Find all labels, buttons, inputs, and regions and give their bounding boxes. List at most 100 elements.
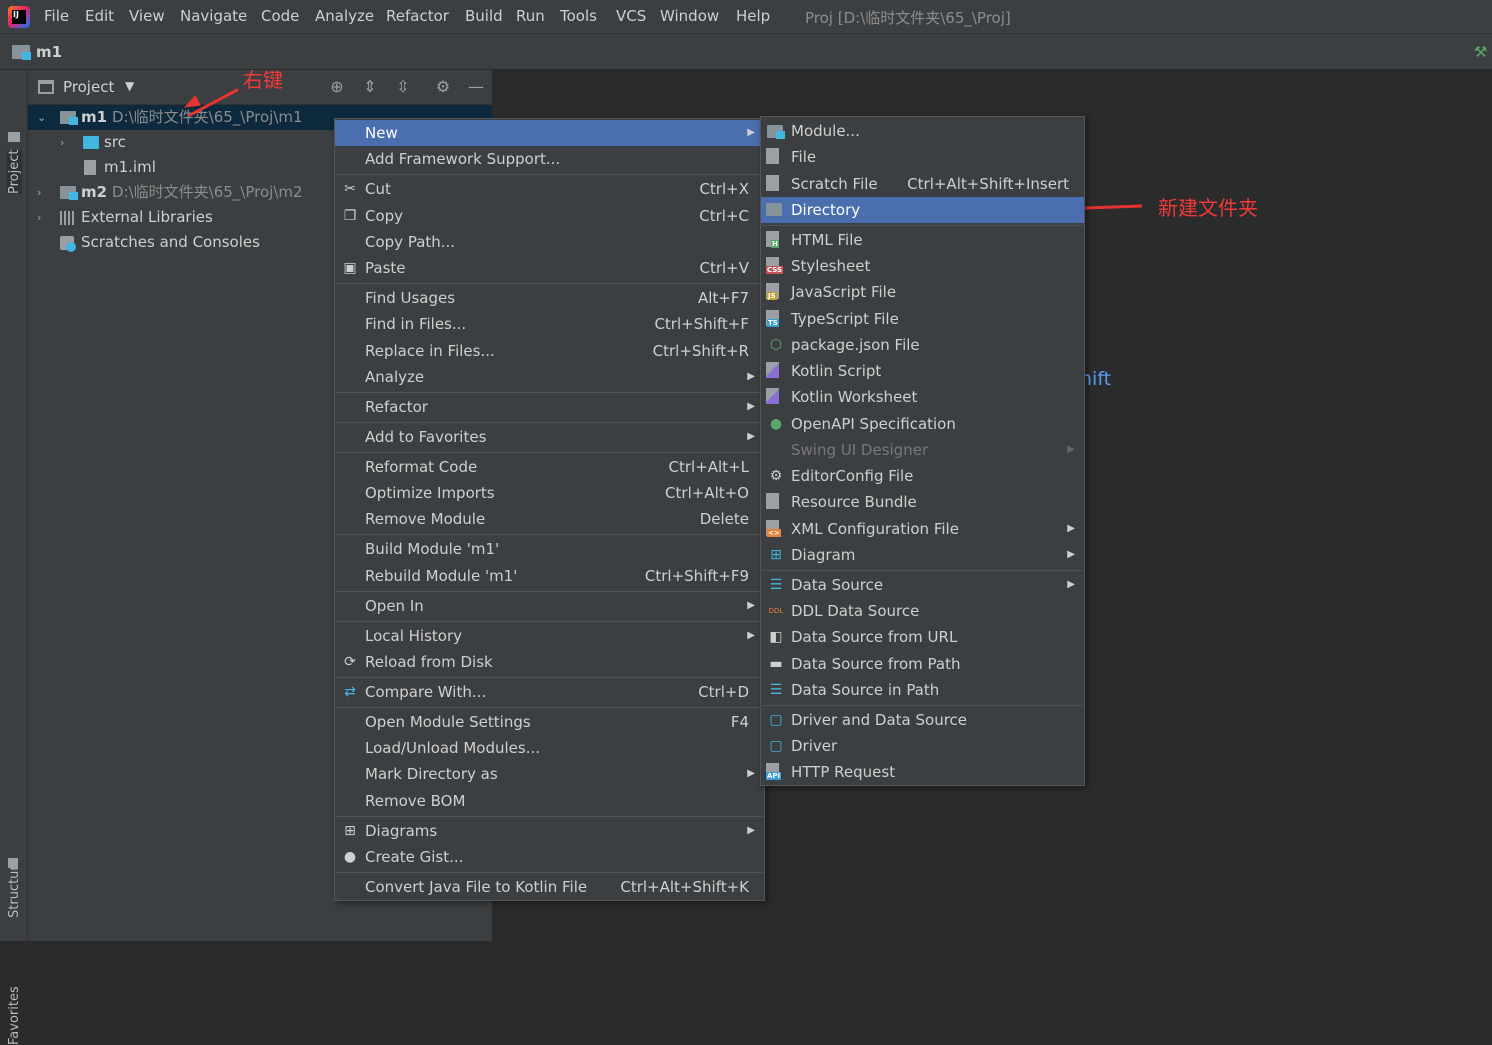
menu-label: Create Gist... xyxy=(365,848,464,866)
new-item-diagram[interactable]: ⊞ Diagram ▶ xyxy=(761,542,1084,568)
new-item-file[interactable]: File xyxy=(761,144,1084,170)
tool-tab-favorites[interactable]: Favorites xyxy=(7,986,22,1045)
menu-label: Directory xyxy=(791,201,861,219)
chevron-right-icon[interactable]: › xyxy=(37,180,49,205)
new-item-http-request[interactable]: API HTTP Request xyxy=(761,759,1084,785)
ctx-item-find-in-files[interactable]: Find in Files... Ctrl+Shift+F xyxy=(335,311,764,337)
compare-icon: ⇄ xyxy=(344,684,356,700)
gear-icon[interactable]: ⚙ xyxy=(434,78,452,96)
ctx-item-paste[interactable]: ▣ Paste Ctrl+V xyxy=(335,255,764,281)
menu-separator xyxy=(336,621,763,622)
ctx-item-diagrams[interactable]: ⊞ Diagrams ▶ xyxy=(335,818,764,844)
driver-icon: ▢ xyxy=(769,738,783,754)
ctx-item-new[interactable]: New ▶ xyxy=(335,120,764,146)
new-item-stylesheet[interactable]: CSS Stylesheet xyxy=(761,253,1084,279)
intellij-logo-icon[interactable]: IJ xyxy=(8,6,30,28)
chevron-down-icon[interactable]: ▼ xyxy=(125,79,134,93)
minimize-icon[interactable]: — xyxy=(467,78,485,96)
tool-tab-project[interactable]: Project xyxy=(7,149,22,194)
ctx-item-build-module[interactable]: Build Module 'm1' xyxy=(335,536,764,562)
ctx-item-load-unload-modules[interactable]: Load/Unload Modules... xyxy=(335,735,764,761)
new-item-ddl-data-source[interactable]: DDL DDL Data Source xyxy=(761,598,1084,624)
menu-edit[interactable]: Edit xyxy=(85,7,114,25)
new-item-data-source-in-path[interactable]: ☰ Data Source in Path xyxy=(761,677,1084,703)
ctx-item-replace-in-files[interactable]: Replace in Files... Ctrl+Shift+R xyxy=(335,338,764,364)
new-item-directory[interactable]: Directory xyxy=(761,197,1084,223)
menu-separator xyxy=(336,677,763,678)
nodejs-icon: ⬡ xyxy=(769,337,783,353)
breadcrumb-m1[interactable]: m1 xyxy=(36,43,62,61)
locate-target-icon[interactable]: ⊕ xyxy=(328,78,346,96)
new-item-scratch-file[interactable]: Scratch File Ctrl+Alt+Shift+Insert xyxy=(761,171,1084,197)
ctx-item-copy-path[interactable]: Copy Path... xyxy=(335,229,764,255)
new-item-editorconfig[interactable]: ⚙ EditorConfig File xyxy=(761,463,1084,489)
menu-file[interactable]: File xyxy=(44,7,69,25)
collapse-all-icon[interactable]: ⇳ xyxy=(394,78,412,96)
menu-label: Add Framework Support... xyxy=(365,150,561,168)
new-item-openapi-spec[interactable]: ● OpenAPI Specification xyxy=(761,411,1084,437)
menu-label: New xyxy=(365,124,398,142)
menu-vcs[interactable]: VCS xyxy=(616,7,646,25)
new-item-typescript-file[interactable]: TS TypeScript File xyxy=(761,306,1084,332)
ctx-item-find-usages[interactable]: Find Usages Alt+F7 xyxy=(335,285,764,311)
ctx-item-open-module-settings[interactable]: Open Module Settings F4 xyxy=(335,709,764,735)
new-item-data-source-path[interactable]: ▬ Data Source from Path xyxy=(761,651,1084,677)
ctx-item-local-history[interactable]: Local History ▶ xyxy=(335,623,764,649)
ctx-item-mark-directory-as[interactable]: Mark Directory as ▶ xyxy=(335,761,764,787)
left-tool-strip: Project Structure Favorites xyxy=(0,70,28,1045)
menu-bar: IJ File Edit View Navigate Code Analyze … xyxy=(0,0,1492,34)
ctx-item-remove-module[interactable]: Remove Module Delete xyxy=(335,506,764,532)
ctx-item-rebuild-module[interactable]: Rebuild Module 'm1' Ctrl+Shift+F9 xyxy=(335,563,764,589)
chevron-down-icon[interactable]: ⌄ xyxy=(37,105,49,130)
annotation-new-folder: 新建文件夹 xyxy=(1158,196,1258,220)
chevron-right-icon[interactable]: › xyxy=(37,205,49,230)
project-view-selector[interactable]: Project xyxy=(63,78,114,96)
new-item-driver-and-data-source[interactable]: ▢ Driver and Data Source xyxy=(761,707,1084,733)
menu-help[interactable]: Help xyxy=(736,7,770,25)
new-item-kotlin-script[interactable]: Kotlin Script xyxy=(761,358,1084,384)
new-item-javascript-file[interactable]: JS JavaScript File xyxy=(761,279,1084,305)
ctx-item-create-gist[interactable]: ● Create Gist... xyxy=(335,844,764,870)
menu-code[interactable]: Code xyxy=(261,7,299,25)
menu-analyze[interactable]: Analyze xyxy=(315,7,374,25)
new-item-resource-bundle[interactable]: Resource Bundle xyxy=(761,489,1084,515)
diagram-icon: ⊞ xyxy=(344,823,356,839)
new-item-package-json[interactable]: ⬡ package.json File xyxy=(761,332,1084,358)
new-item-kotlin-worksheet[interactable]: Kotlin Worksheet xyxy=(761,384,1084,410)
ctx-item-compare-with[interactable]: ⇄ Compare With... Ctrl+D xyxy=(335,679,764,705)
ctx-item-remove-bom[interactable]: Remove BOM xyxy=(335,788,764,814)
ctx-item-convert-java-to-kotlin[interactable]: Convert Java File to Kotlin File Ctrl+Alt… xyxy=(335,874,764,900)
new-item-driver[interactable]: ▢ Driver xyxy=(761,733,1084,759)
menu-run[interactable]: Run xyxy=(516,7,545,25)
new-item-xml-config[interactable]: <> XML Configuration File ▶ xyxy=(761,516,1084,542)
menu-label: Stylesheet xyxy=(791,257,871,275)
new-item-data-source-url[interactable]: ◧ Data Source from URL xyxy=(761,624,1084,650)
expand-all-icon[interactable]: ⇕ xyxy=(361,78,379,96)
ctx-item-add-to-favorites[interactable]: Add to Favorites ▶ xyxy=(335,424,764,450)
chevron-right-icon[interactable]: › xyxy=(60,130,72,155)
ctx-item-cut[interactable]: ✂ Cut Ctrl+X xyxy=(335,176,764,202)
ctx-item-optimize-imports[interactable]: Optimize Imports Ctrl+Alt+O xyxy=(335,480,764,506)
ctx-item-refactor[interactable]: Refactor ▶ xyxy=(335,394,764,420)
menu-label: XML Configuration File xyxy=(791,520,959,538)
new-item-html-file[interactable]: H HTML File xyxy=(761,227,1084,253)
menu-view[interactable]: View xyxy=(129,7,165,25)
ctx-item-reload-from-disk[interactable]: ⟳ Reload from Disk xyxy=(335,649,764,675)
menu-refactor[interactable]: Refactor xyxy=(386,7,449,25)
menu-separator xyxy=(336,283,763,284)
ctx-item-open-in[interactable]: Open In ▶ xyxy=(335,593,764,619)
menu-window[interactable]: Window xyxy=(660,7,719,25)
ctx-item-reformat-code[interactable]: Reformat Code Ctrl+Alt+L xyxy=(335,454,764,480)
menu-label: DDL Data Source xyxy=(791,602,920,620)
menu-build[interactable]: Build xyxy=(465,7,503,25)
menu-tools[interactable]: Tools xyxy=(560,7,597,25)
new-item-data-source[interactable]: ☰ Data Source ▶ xyxy=(761,572,1084,598)
build-hammer-icon[interactable]: ⚒ xyxy=(1474,44,1490,60)
menu-label: Copy Path... xyxy=(365,233,456,251)
ctx-item-analyze[interactable]: Analyze ▶ xyxy=(335,364,764,390)
url-datasource-icon: ◧ xyxy=(769,629,783,645)
ctx-item-copy[interactable]: ❐ Copy Ctrl+C xyxy=(335,203,764,229)
new-item-module[interactable]: Module... xyxy=(761,118,1084,144)
ctx-item-add-framework-support[interactable]: Add Framework Support... xyxy=(335,146,764,172)
menu-navigate[interactable]: Navigate xyxy=(180,7,247,25)
